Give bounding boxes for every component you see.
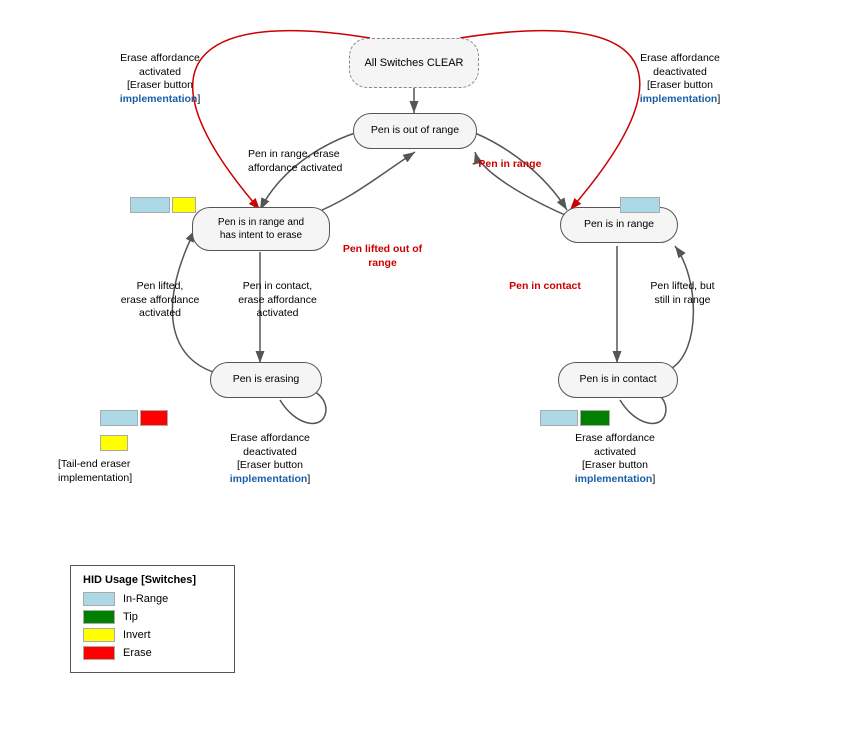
label-tail-end-eraser: [Tail-end eraserimplementation] bbox=[58, 458, 168, 485]
bar-invert-erasing bbox=[100, 435, 128, 451]
legend-row-invert: Invert bbox=[83, 628, 222, 642]
label-erase-affordance-activated-left: Erase affordanceactivated[Eraser buttoni… bbox=[100, 52, 220, 107]
node-pen-in-contact: Pen is in contact bbox=[558, 362, 678, 398]
bar-in-range-erasing bbox=[100, 410, 138, 426]
diagram: All Switches CLEAR Pen is out of range P… bbox=[0, 0, 864, 755]
bar-in-range-contact bbox=[540, 410, 578, 426]
legend-swatch-tip bbox=[83, 610, 115, 624]
label-pen-in-contact-erase: Pen in contact,erase affordanceactivated bbox=[225, 280, 330, 321]
legend-label-in-range: In-Range bbox=[123, 593, 168, 605]
label-erase-affordance-activated-bottom: Erase affordanceactivated[Eraser buttoni… bbox=[555, 432, 675, 487]
label-erase-affordance-deactivated-bottom: Erase affordancedeactivated[Eraser butto… bbox=[210, 432, 330, 487]
legend-label-invert: Invert bbox=[123, 629, 151, 641]
node-pen-in-range-erase: Pen is in range andhas intent to erase bbox=[192, 207, 330, 251]
legend-label-tip: Tip bbox=[123, 611, 138, 623]
label-pen-lifted-erase-affordance: Pen lifted,erase affordanceactivated bbox=[110, 280, 210, 321]
label-pen-lifted-still-in-range: Pen lifted, butstill in range bbox=[635, 280, 730, 307]
node-pen-erasing: Pen is erasing bbox=[210, 362, 322, 398]
legend-swatch-in-range bbox=[83, 592, 115, 606]
legend-title: HID Usage [Switches] bbox=[83, 574, 222, 586]
bar-in-range-left bbox=[130, 197, 170, 213]
label-pen-in-range: · Pen in range bbox=[472, 158, 562, 172]
label-pen-lifted-out-of-range: Pen lifted out ofrange bbox=[330, 243, 435, 270]
label-erase-affordance-deactivated-right: Erase affordancedeactivated[Eraser butto… bbox=[615, 52, 745, 107]
bar-tip-contact bbox=[580, 410, 610, 426]
bar-erase-erasing bbox=[140, 410, 168, 426]
legend-row-in-range: In-Range bbox=[83, 592, 222, 606]
legend-swatch-erase bbox=[83, 646, 115, 660]
node-pen-out-of-range: Pen is out of range bbox=[353, 113, 477, 149]
label-pen-in-contact-right: Pen in contact bbox=[500, 280, 590, 294]
legend-swatch-invert bbox=[83, 628, 115, 642]
node-all-switches-clear: All Switches CLEAR bbox=[349, 38, 479, 88]
bar-in-range-right bbox=[620, 197, 660, 213]
legend-row-tip: Tip bbox=[83, 610, 222, 624]
legend-box: HID Usage [Switches] In-Range Tip Invert… bbox=[70, 565, 235, 673]
legend-label-erase: Erase bbox=[123, 647, 152, 659]
bar-invert-left bbox=[172, 197, 196, 213]
legend-row-erase: Erase bbox=[83, 646, 222, 660]
node-pen-in-range: Pen is in range bbox=[560, 207, 678, 243]
label-pen-in-range-erase-activated: Pen in range, eraseaffordance activated bbox=[248, 148, 358, 175]
